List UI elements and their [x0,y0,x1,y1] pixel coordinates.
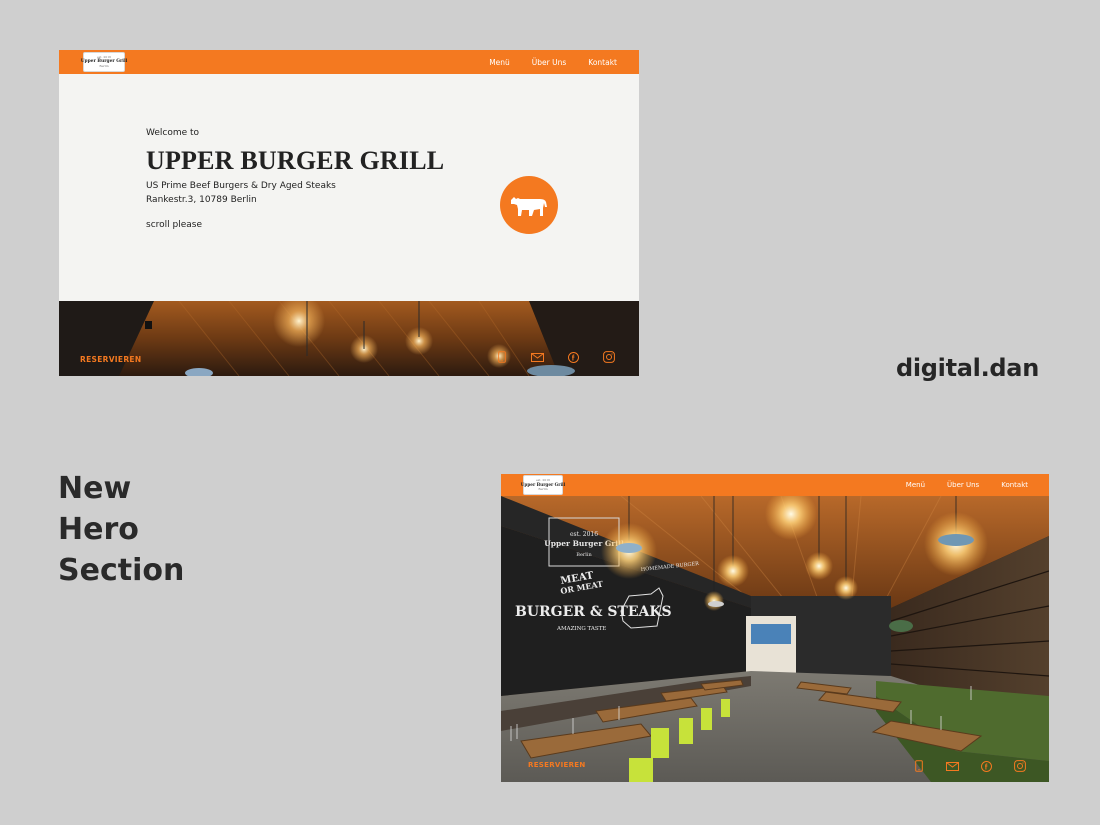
new-hero-mockup: est. 2016 Upper Burger Grill Berlin MEAT… [501,474,1049,782]
nav-link-contact[interactable]: Kontakt [1001,481,1028,489]
nav-link-menu[interactable]: Menü [906,481,925,489]
instagram-icon[interactable] [1013,759,1027,773]
nav-link-contact[interactable]: Kontakt [588,58,617,67]
section-title-line: New [58,471,132,506]
chalk-logo-sup: est. 2016 [570,531,598,538]
restaurant-photo-preview [59,301,639,376]
nav-links: Menü Über Uns Kontakt [467,50,617,74]
hero-text-block: Welcome to UPPER BURGER GRILL US Prime B… [146,128,444,230]
chalk-amazing-taste: AMAZING TASTE [556,626,606,632]
hero-tagline: US Prime Beef Burgers & Dry Aged Steaks [146,181,336,191]
section-title: New Hero Section [58,468,184,591]
chalk-burger-steaks: BURGER & STEAKS [515,604,672,620]
top-navbar: est. 2016 Upper Burger Grill Berlin Menü… [501,474,1049,496]
nav-link-about[interactable]: Über Uns [532,58,566,67]
logo-city: Berlin [538,487,548,492]
chalk-logo-sub: Berlin [576,552,592,558]
hero-welcome: Welcome to [146,128,200,138]
hero-title: UPPER BURGER GRILL [146,146,445,175]
hero-address: Rankestr.3, 10789 Berlin [146,195,257,205]
scroll-hint: scroll please [146,220,202,230]
restaurant-interior-image: est. 2016 Upper Burger Grill Berlin MEAT… [501,496,1049,782]
mail-icon[interactable] [945,759,959,773]
reserve-button[interactable]: RESERVIEREN [528,761,586,769]
social-icons [913,759,1027,773]
bull-icon [511,197,547,216]
nav-link-about[interactable]: Über Uns [947,481,979,489]
old-hero-mockup: est. 2016 Upper Burger Grill Berlin Menü… [59,50,639,376]
site-logo[interactable]: est. 2016 Upper Burger Grill Berlin [81,52,127,72]
social-icons [496,350,616,364]
restaurant-photo: est. 2016 Upper Burger Grill Berlin MEAT… [501,496,1049,782]
facebook-icon[interactable] [566,350,580,364]
hero-photo-strip [59,301,639,376]
section-title-line: Hero [58,512,139,547]
logo-city: Berlin [99,64,109,69]
nav-link-menu[interactable]: Menü [489,58,510,67]
top-navbar: est. 2016 Upper Burger Grill Berlin Menü… [59,50,639,74]
site-logo[interactable]: est. 2016 Upper Burger Grill Berlin [521,475,565,495]
instagram-icon[interactable] [602,350,616,364]
nav-links: Menü Über Uns Kontakt [884,474,1028,496]
brand-wordmark: digital.dan [896,354,1039,382]
phone-icon[interactable] [496,350,508,364]
facebook-icon[interactable] [979,759,993,773]
phone-icon[interactable] [913,759,925,773]
reserve-button[interactable]: RESERVIEREN [80,355,141,364]
section-title-line: Section [58,553,185,588]
bull-badge [500,176,558,234]
mail-icon[interactable] [530,350,544,364]
